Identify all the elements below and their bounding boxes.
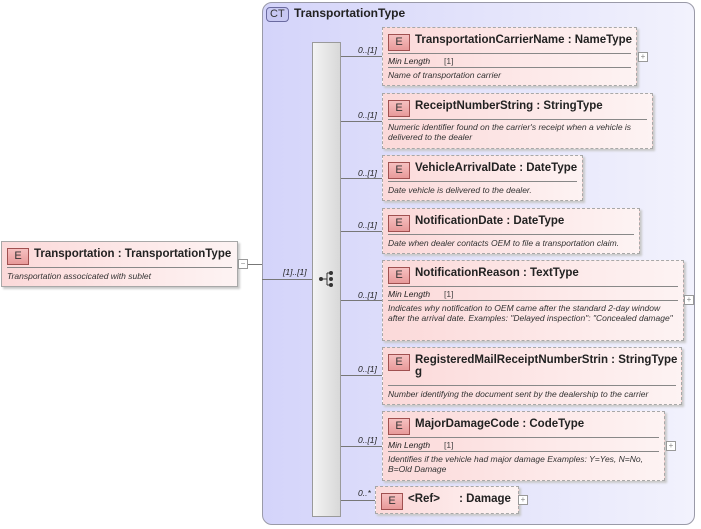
element-doc: Number identifying the document sent by … (388, 389, 649, 399)
collapse-toggle[interactable]: − (238, 259, 248, 269)
element-badge: E (381, 493, 403, 510)
min-length-value: [1] (444, 289, 454, 299)
cardinality: 0..* (358, 488, 371, 498)
element-title: MajorDamageCode : CodeType (415, 418, 585, 430)
connector (341, 121, 382, 122)
element-title-wrap: g (415, 366, 423, 378)
divider (388, 286, 678, 287)
element-badge: E (388, 34, 410, 51)
element-receipt-number-string[interactable]: E ReceiptNumberString : StringType Numer… (382, 93, 653, 149)
min-length-label: Min Length (388, 440, 431, 450)
min-length-label: Min Length (388, 56, 431, 66)
element-badge: E (388, 100, 410, 117)
expand-toggle[interactable]: + (638, 52, 648, 62)
element-ref-damage[interactable]: E <Ref> : Damage (375, 486, 519, 514)
divider (7, 267, 232, 268)
connector (341, 300, 382, 301)
cardinality: 0..[1] (358, 364, 377, 374)
element-badge: E (388, 215, 410, 232)
element-doc: Identifies if the vehicle had major dama… (388, 454, 643, 474)
divider (388, 119, 647, 120)
element-name: Transportation (34, 248, 115, 260)
element-registered-mail-receipt-number-string[interactable]: E RegisteredMailReceiptNumberStrin : Str… (382, 347, 682, 405)
element-title: NotificationReason : TextType (415, 267, 579, 279)
cardinality: 0..[1] (358, 110, 377, 120)
connector (341, 375, 382, 376)
divider (388, 181, 577, 182)
complex-type-title: TransportationType (294, 6, 406, 20)
element-doc: Date vehicle is delivered to the dealer. (388, 185, 532, 195)
element-badge: E (7, 248, 29, 265)
divider (388, 451, 659, 452)
min-length-label: Min Length (388, 289, 431, 299)
element-title: Transportation : TransportationType (34, 248, 232, 260)
cardinality: 0..[1] (358, 435, 377, 445)
connector (341, 446, 382, 447)
root-cardinality: [1]..[1] (283, 267, 307, 277)
element-title: ReceiptNumberString : StringType (415, 100, 603, 112)
sequence-icon (319, 271, 333, 287)
complex-type-badge: CT (266, 7, 289, 22)
connector (341, 231, 382, 232)
root-element-transportation[interactable]: E Transportation : TransportationType Tr… (1, 241, 238, 287)
element-doc: Transportation associcated with sublet (7, 271, 151, 281)
element-badge: E (388, 354, 410, 371)
element-doc: Name of transportation carrier (388, 70, 501, 80)
connector (248, 264, 262, 265)
divider (388, 385, 676, 386)
element-title: RegisteredMailReceiptNumberStrin : Strin… (415, 354, 678, 366)
cardinality: 0..[1] (358, 290, 377, 300)
element-badge: E (388, 267, 410, 284)
expand-toggle[interactable]: + (684, 295, 694, 305)
cardinality: 0..[1] (358, 220, 377, 230)
element-vehicle-arrival-date[interactable]: E VehicleArrivalDate : DateType Date veh… (382, 155, 583, 201)
divider (388, 300, 678, 301)
cardinality: 0..[1] (358, 168, 377, 178)
element-doc: Indicates why notification to OEM came a… (388, 303, 673, 323)
cardinality: 0..[1] (358, 45, 377, 55)
element-type: TransportationType (124, 248, 232, 260)
element-badge: E (388, 162, 410, 179)
element-doc: Date when dealer contacts OEM to file a … (388, 238, 620, 248)
connector (341, 500, 375, 501)
divider (388, 437, 659, 438)
divider (388, 234, 634, 235)
connector (341, 56, 382, 57)
element-major-damage-code[interactable]: E MajorDamageCode : CodeType Min Length … (382, 411, 665, 481)
element-badge: E (388, 418, 410, 435)
element-title: NotificationDate : DateType (415, 215, 565, 227)
expand-toggle[interactable]: + (666, 441, 676, 451)
element-title: VehicleArrivalDate : DateType (415, 162, 578, 174)
divider (388, 53, 631, 54)
element-title: <Ref> : Damage (408, 493, 511, 505)
connector (341, 178, 382, 179)
element-doc: Numeric identifier found on the carrier'… (388, 122, 632, 142)
element-notification-date[interactable]: E NotificationDate : DateType Date when … (382, 208, 640, 254)
connector (262, 279, 312, 280)
element-transportation-carrier-name[interactable]: E TransportationCarrierName : NameType M… (382, 27, 637, 86)
min-length-value: [1] (444, 440, 454, 450)
expand-toggle[interactable]: + (518, 495, 528, 505)
min-length-value: [1] (444, 56, 454, 66)
element-notification-reason[interactable]: E NotificationReason : TextType Min Leng… (382, 260, 684, 341)
element-title: TransportationCarrierName : NameType (415, 34, 633, 46)
divider (388, 67, 631, 68)
